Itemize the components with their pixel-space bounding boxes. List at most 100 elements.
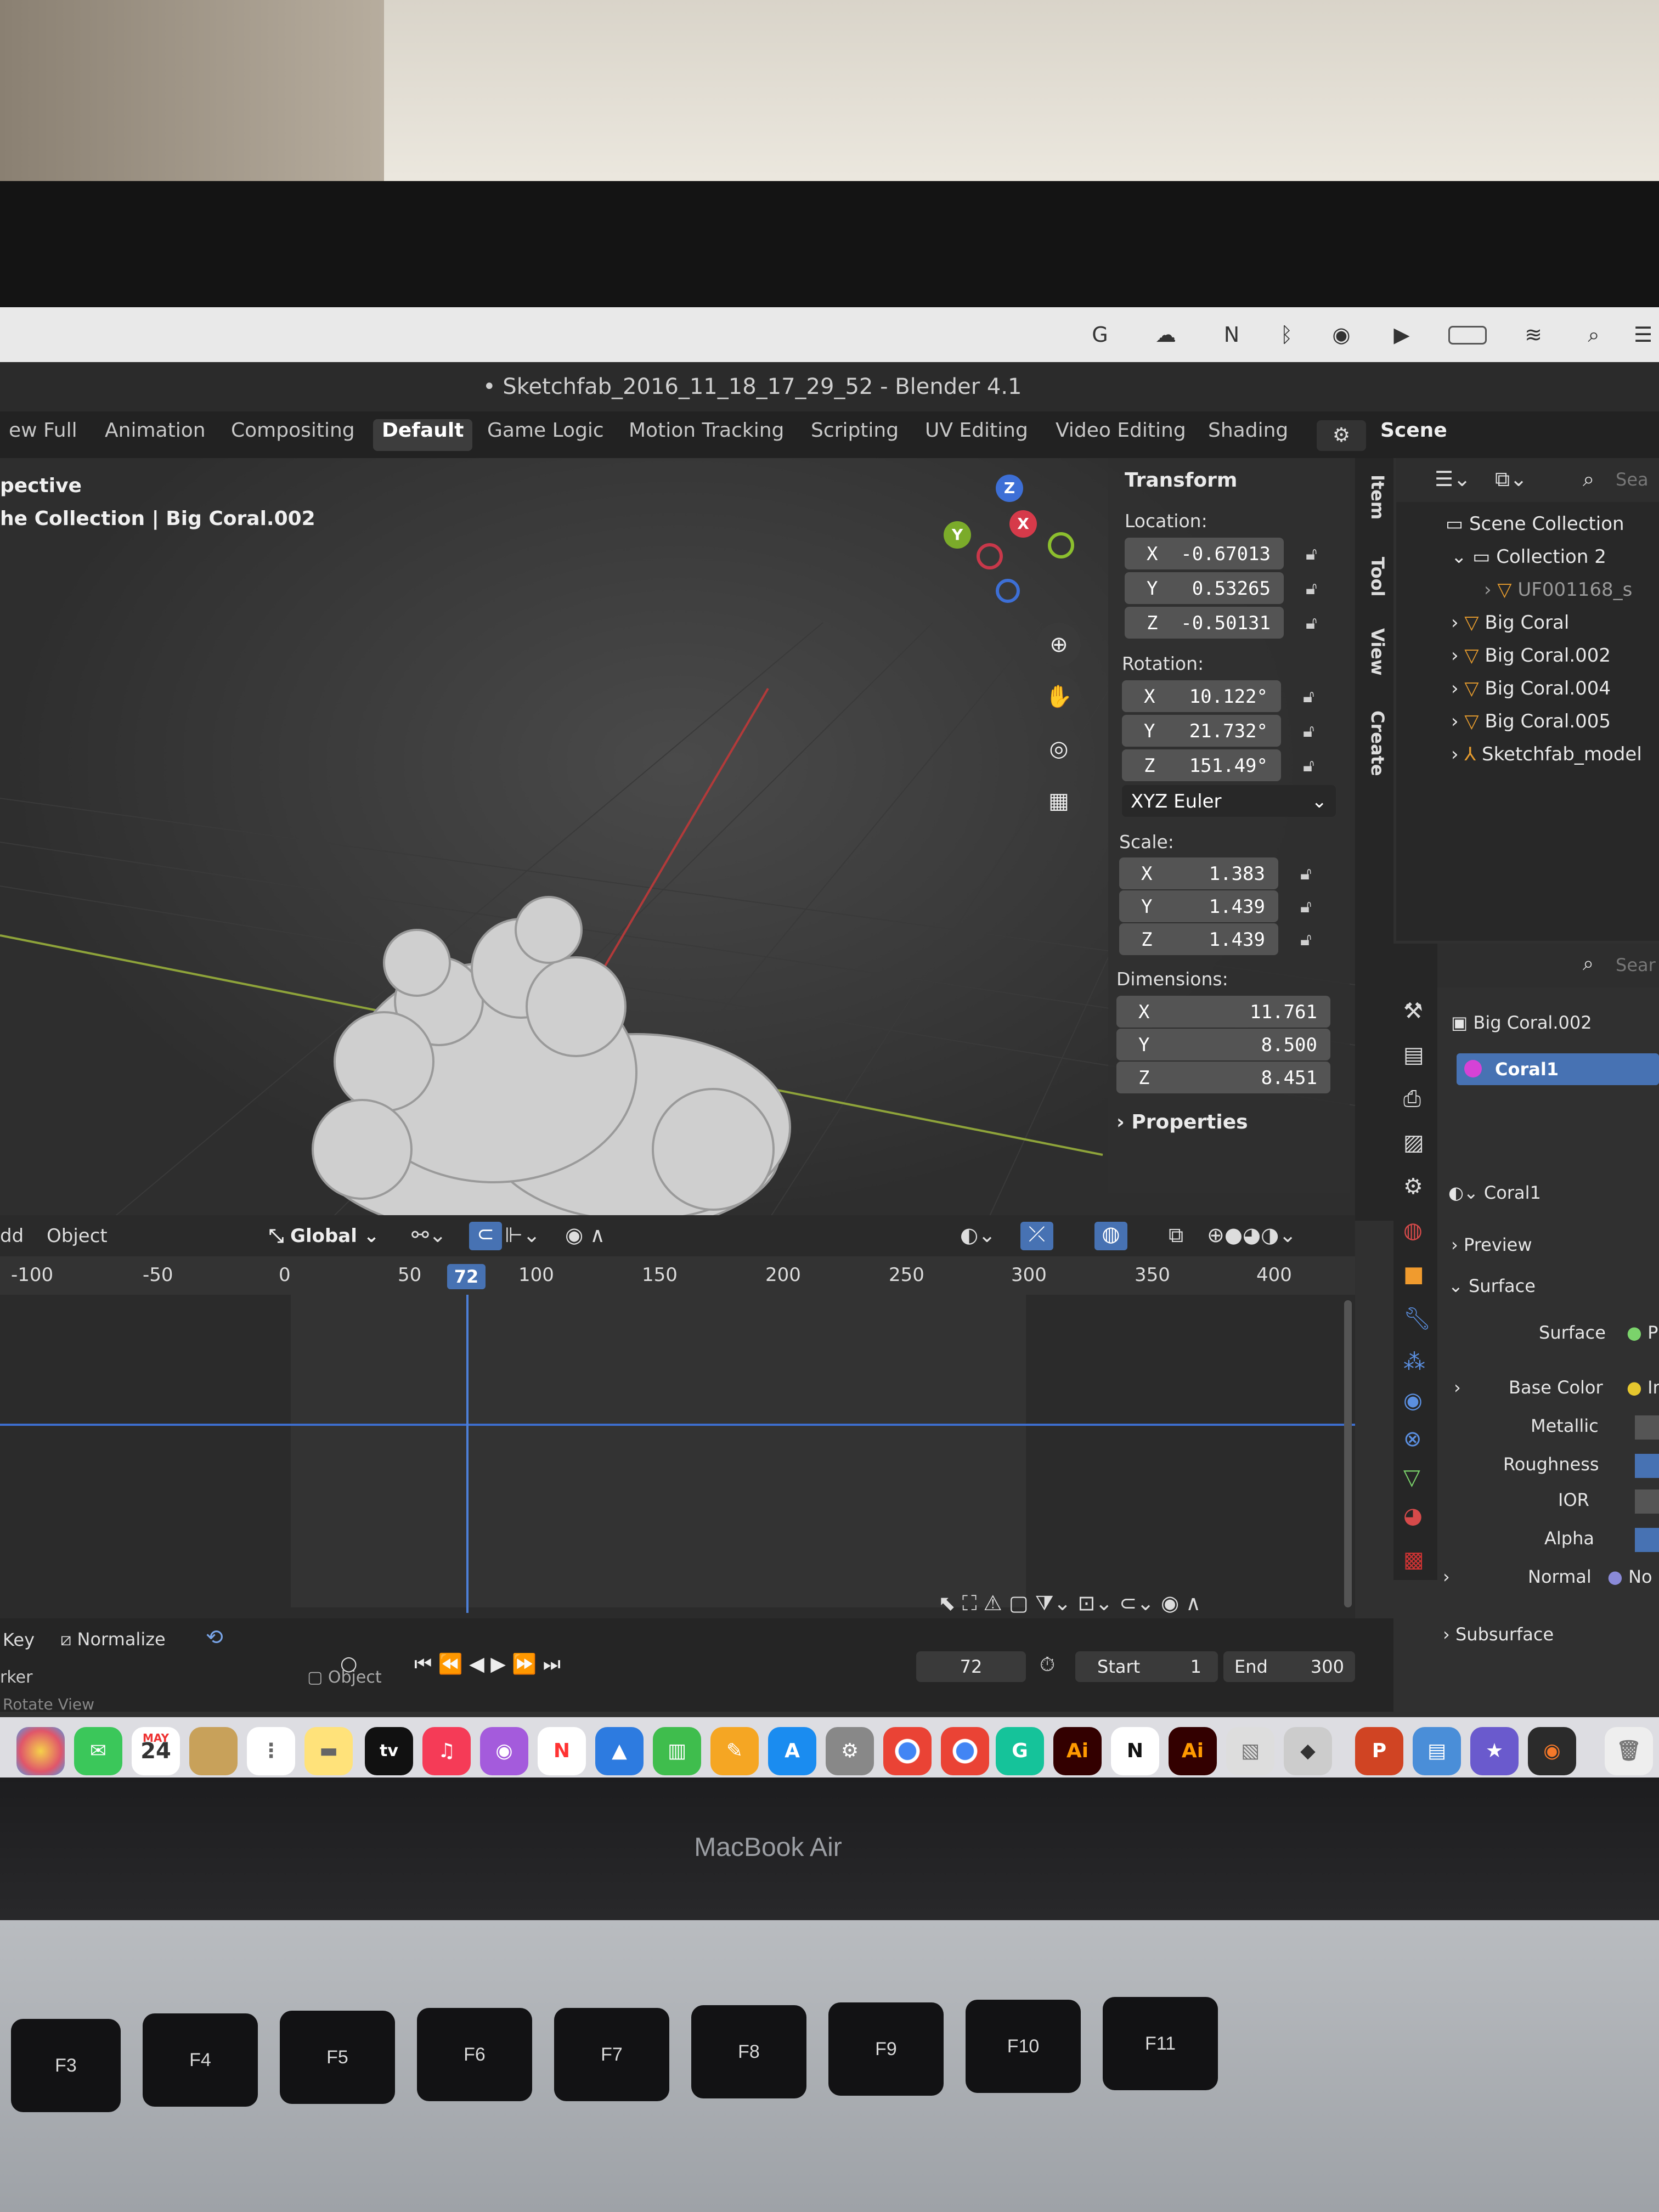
search-icon[interactable]: ⌕ bbox=[1580, 323, 1607, 347]
cloud-warning-icon[interactable]: ☁ bbox=[1152, 323, 1180, 347]
subsurface-panel-header[interactable]: › Subsurface bbox=[1443, 1624, 1554, 1645]
tab-default[interactable]: Default bbox=[373, 419, 473, 451]
surface-shader-value[interactable]: ● P bbox=[1627, 1322, 1658, 1343]
tab-video-editing[interactable]: Video Editing bbox=[1047, 419, 1195, 451]
object-menu[interactable]: Object bbox=[47, 1225, 108, 1247]
scale-y-field[interactable]: Y 1.439 bbox=[1119, 890, 1278, 922]
gizmo-neg-y[interactable] bbox=[1048, 532, 1074, 558]
mesh-data-icon[interactable]: ▽ bbox=[1403, 1465, 1420, 1490]
scale-z-field[interactable]: Z 1.439 bbox=[1119, 923, 1278, 955]
control-center-icon[interactable]: ☰ bbox=[1629, 323, 1657, 347]
dock-app-finder[interactable] bbox=[189, 1727, 238, 1775]
location-y-field[interactable]: Y 0.53265 bbox=[1125, 572, 1284, 604]
surface-panel-header[interactable]: ⌄ Surface bbox=[1448, 1276, 1536, 1296]
refresh-icon[interactable]: ⟲ bbox=[206, 1625, 223, 1649]
gizmo-x[interactable]: X bbox=[1009, 510, 1037, 538]
gizmo-neg-x[interactable] bbox=[977, 543, 1003, 569]
chevron-right-icon[interactable]: › bbox=[1454, 1377, 1461, 1398]
outliner-item-sketchfab-model[interactable]: › ⅄ Sketchfab_model bbox=[1451, 738, 1642, 771]
filter-icon[interactable]: ⧉⌄ bbox=[1495, 467, 1527, 492]
wifi-icon[interactable]: ≋ bbox=[1520, 323, 1547, 347]
texture-icon[interactable]: ▩ bbox=[1403, 1547, 1424, 1572]
view-layer-icon[interactable]: ▨ bbox=[1403, 1130, 1424, 1155]
lock-icon[interactable]: 🔓︎ bbox=[1300, 896, 1312, 917]
rotation-x-field[interactable]: X 10.122° bbox=[1122, 680, 1281, 712]
dock-app-chrome-2[interactable] bbox=[941, 1727, 989, 1775]
gizmo-z[interactable]: Z bbox=[996, 475, 1023, 502]
dock-app-notion[interactable]: N bbox=[1111, 1727, 1159, 1775]
dock-app-pages[interactable]: ✎ bbox=[710, 1727, 759, 1775]
zoom-icon[interactable]: ⊕ bbox=[1037, 623, 1081, 667]
lock-icon[interactable]: 🔓︎ bbox=[1300, 929, 1312, 950]
key-f11[interactable]: F11 bbox=[1103, 1997, 1218, 2090]
timeline-editor[interactable]: -100 -50 0 50 100 150 200 250 300 350 40… bbox=[0, 1256, 1355, 1618]
transform-header[interactable]: Transform bbox=[1125, 469, 1237, 492]
dock-app-system-settings[interactable]: ⚙ bbox=[826, 1727, 874, 1775]
transform-orientation-dropdown[interactable]: ⤡ Global ⌄ bbox=[269, 1221, 379, 1251]
material-icon[interactable]: ◕ bbox=[1403, 1503, 1423, 1528]
stopwatch-icon[interactable]: ⏱ bbox=[1040, 1654, 1055, 1677]
key-f7[interactable]: F7 bbox=[554, 2008, 669, 2101]
dock-app-imovie[interactable]: ★ bbox=[1470, 1727, 1519, 1775]
dock-app-numbers[interactable]: ▥ bbox=[653, 1727, 701, 1775]
proportional-edit-icon[interactable]: ◉ ∧ bbox=[565, 1223, 605, 1247]
tab-tool[interactable]: Tool bbox=[1361, 557, 1388, 597]
tab-create[interactable]: Create bbox=[1361, 710, 1388, 776]
lock-icon[interactable]: 🔓︎ bbox=[1306, 543, 1317, 565]
gizmo-neg-z[interactable] bbox=[996, 579, 1020, 603]
perspective-grid-icon[interactable]: ▦ bbox=[1037, 779, 1081, 823]
metallic-slider[interactable] bbox=[1635, 1415, 1659, 1440]
dock-app-roblox[interactable]: ◆ bbox=[1284, 1727, 1332, 1775]
alpha-slider[interactable] bbox=[1635, 1528, 1659, 1552]
normal-value[interactable]: ● No bbox=[1607, 1566, 1652, 1587]
timeline-ruler[interactable]: -100 -50 0 50 100 150 200 250 300 350 40… bbox=[0, 1256, 1355, 1295]
end-frame-field[interactable]: End 300 bbox=[1223, 1651, 1355, 1682]
tab-scripting[interactable]: Scripting bbox=[802, 419, 907, 451]
base-color-value[interactable]: ● Ir bbox=[1627, 1377, 1659, 1398]
dock-app-illustrator-2[interactable]: Ai bbox=[1169, 1727, 1217, 1775]
lock-icon[interactable]: 🔓︎ bbox=[1300, 863, 1312, 884]
tab-view[interactable]: View bbox=[1361, 628, 1388, 675]
snap-target-icon[interactable]: ⊩⌄ bbox=[505, 1223, 540, 1247]
preview-panel-header[interactable]: › Preview bbox=[1451, 1234, 1532, 1255]
key-menu[interactable]: Key bbox=[3, 1629, 35, 1650]
dock-app-calendar[interactable]: MAY 24 bbox=[132, 1727, 180, 1775]
lock-icon[interactable]: 🔓︎ bbox=[1303, 720, 1314, 742]
outliner-item-scene-collection[interactable]: ▭ Scene Collection bbox=[1446, 507, 1624, 540]
scene-icon[interactable]: ⚙ bbox=[1403, 1174, 1423, 1199]
marker-menu[interactable]: rker bbox=[0, 1668, 32, 1687]
record-icon[interactable]: ○ bbox=[340, 1652, 357, 1675]
scene-selector-icon[interactable]: ⚙ bbox=[1317, 420, 1366, 451]
add-menu[interactable]: dd bbox=[0, 1225, 24, 1247]
properties-search-input[interactable]: Sear bbox=[1616, 955, 1656, 975]
pivot-point-icon[interactable]: ⚯⌄ bbox=[411, 1223, 447, 1247]
object-icon[interactable]: ■ bbox=[1403, 1262, 1424, 1287]
tab-animation[interactable]: Animation bbox=[96, 419, 215, 451]
tab-compositing[interactable]: Compositing bbox=[222, 419, 364, 451]
outliner-item-big-coral-005[interactable]: › ▽ Big Coral.005 bbox=[1451, 705, 1611, 738]
lock-icon[interactable]: 🔓︎ bbox=[1303, 686, 1314, 707]
physics-icon[interactable]: ◉ bbox=[1403, 1388, 1423, 1413]
scene-name[interactable]: Scene bbox=[1372, 419, 1456, 451]
tab-item[interactable]: Item bbox=[1361, 475, 1388, 520]
rotation-y-field[interactable]: Y 21.732° bbox=[1122, 715, 1281, 747]
grammarly-icon[interactable]: G bbox=[1086, 323, 1114, 347]
lock-icon[interactable]: 🔓︎ bbox=[1306, 578, 1317, 599]
timeline-view-controls[interactable]: ⬉ ⛶ ⚠ ▢ ⧩⌄ ⊡⌄ ⊂⌄ ◉ ∧ bbox=[938, 1591, 1201, 1616]
dock-app-messages[interactable]: ✉ bbox=[74, 1727, 122, 1775]
navigation-gizmo[interactable]: Z Y X bbox=[944, 469, 1086, 612]
lock-icon[interactable]: 🔓︎ bbox=[1303, 755, 1314, 776]
gizmo-toggle-icon[interactable]: ⤫ bbox=[1020, 1222, 1053, 1250]
chevron-right-icon[interactable]: › bbox=[1443, 1566, 1450, 1587]
dock-app-illustrator[interactable]: Ai bbox=[1053, 1727, 1102, 1775]
timeline-scrollbar[interactable] bbox=[1344, 1300, 1352, 1607]
location-x-field[interactable]: X -0.67013 bbox=[1125, 538, 1284, 569]
tab-uv-editing[interactable]: UV Editing bbox=[916, 419, 1037, 451]
output-icon[interactable]: ⎙ bbox=[1403, 1086, 1421, 1111]
location-z-field[interactable]: Z -0.50131 bbox=[1125, 607, 1284, 639]
tab-layout[interactable]: ew Full bbox=[0, 419, 86, 451]
shading-mode-icons[interactable]: ⊕●◕◑⌄ bbox=[1207, 1223, 1296, 1247]
key-f8[interactable]: F8 bbox=[691, 2005, 806, 2098]
search-icon[interactable]: ⌕ bbox=[1583, 952, 1594, 975]
visibility-icon[interactable]: ◐⌄ bbox=[960, 1223, 996, 1247]
